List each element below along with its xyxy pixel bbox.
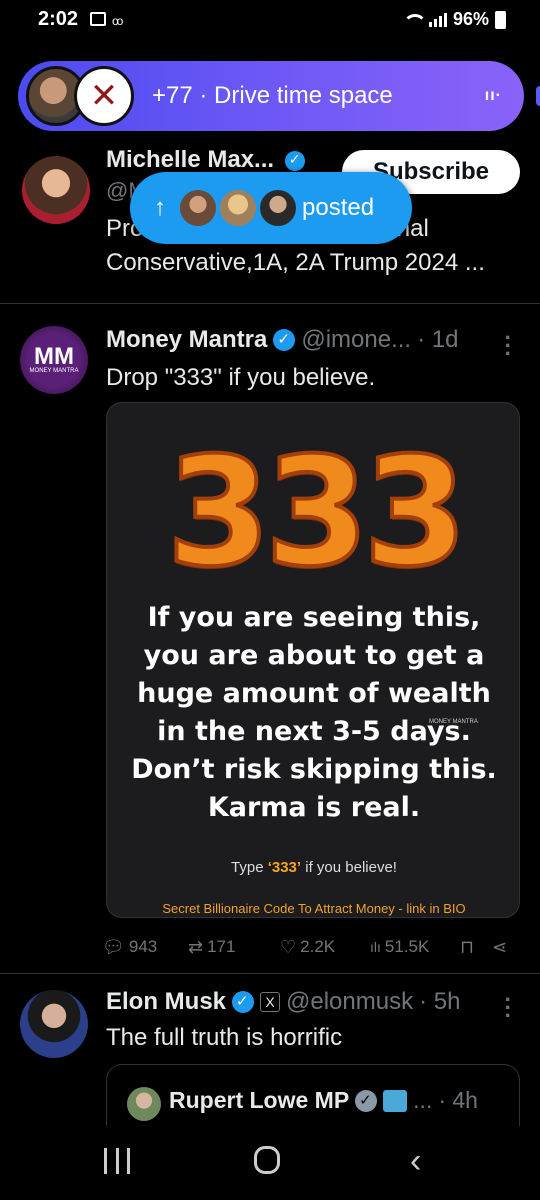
avatar [127, 1087, 161, 1121]
tweet-text: The full truth is horrific [106, 1024, 343, 1051]
card-watermark: MONEY MANTRA [429, 719, 478, 725]
battery-percent: 96% [452, 9, 489, 29]
back-button[interactable]: ‹ [410, 1142, 421, 1181]
repost-button[interactable]: ⇄ 171 [188, 937, 280, 958]
affiliate-badge-icon [383, 1089, 408, 1112]
verified-badge-icon [273, 329, 296, 351]
signal-icon [428, 12, 447, 27]
more-options-icon[interactable]: · · · [505, 989, 512, 1027]
reply-icon: 💬︎ [102, 936, 125, 957]
tweet-image[interactable]: 333 If you are seeing this, you are abou… [106, 402, 520, 918]
system-navigation-bar: ‹ [0, 1126, 540, 1200]
author-handle[interactable]: @imone... [301, 326, 411, 354]
battery-icon [495, 10, 506, 29]
space-logo-avatar: ✕ [74, 66, 134, 126]
verified-badge-icon [355, 1089, 378, 1112]
quoted-post-time: · 4h [438, 1087, 478, 1113]
author-name[interactable]: Elon Musk [106, 988, 226, 1016]
post-time[interactable]: · 1d [417, 326, 458, 354]
bookmark-button[interactable]: ⊓ [460, 937, 492, 958]
share-button[interactable]: ⋖ [492, 937, 507, 958]
gallery-notification-icon [90, 12, 106, 26]
more-options-icon[interactable]: · · · [505, 327, 512, 365]
tweet-text: Drop "333" if you believe. [106, 364, 376, 391]
voicemail-icon: oo [112, 14, 123, 28]
avatar [178, 188, 218, 228]
views-button[interactable]: ılı 51.5K [370, 937, 460, 957]
avatar [218, 188, 258, 228]
tweet-actions: 💬︎ 943 ⇄ 171 ♡ 2.2K ılı 51.5K ⊓ ⋖ [102, 932, 522, 962]
share-icon: ⋖ [492, 936, 508, 957]
x-affiliate-icon: X [260, 992, 281, 1012]
verified-badge-icon [232, 991, 255, 1013]
views-icon: ılı [370, 939, 381, 955]
space-title: +77 · Drive time space [152, 82, 393, 109]
card-footer: Secret Billionaire Code To Attract Money… [162, 901, 466, 916]
status-time: 2:02 [38, 8, 79, 30]
avatar [258, 188, 298, 228]
avatar[interactable]: MM MONEY MANTRA [20, 326, 88, 394]
repost-icon: ⇄ [188, 936, 204, 957]
verified-badge-icon [284, 150, 305, 171]
author-handle[interactable]: @elonmusk [286, 988, 413, 1016]
spaces-bar[interactable]: ✕ +77 · Drive time space ıı· [18, 61, 524, 131]
profile-name: Michelle Max... [106, 150, 275, 173]
avatar[interactable] [22, 156, 90, 224]
card-number: 333 [164, 426, 469, 600]
heart-icon: ♡ [280, 936, 297, 957]
posted-label: posted [302, 194, 375, 221]
status-bar: 2:02 oo 96% [0, 0, 540, 40]
author-name[interactable]: Money Mantra [106, 326, 267, 354]
home-button[interactable] [254, 1146, 280, 1174]
card-type-prompt: Type ‘333’ if you believe! [231, 859, 397, 876]
arrow-up-icon: ↑ [154, 194, 166, 221]
next-space-edge[interactable] [536, 86, 540, 106]
quoted-author-name: Rupert Lowe MP [169, 1087, 350, 1113]
new-posts-pill[interactable]: ↑ posted [130, 172, 412, 244]
wifi-icon [401, 12, 427, 28]
card-message: If you are seeing this, you are about to… [131, 602, 497, 823]
bookmark-icon: ⊓ [460, 936, 475, 957]
recents-button[interactable] [104, 1148, 130, 1174]
post-time[interactable]: · 5h [419, 988, 460, 1016]
reply-button[interactable]: 💬︎ 943 [102, 937, 188, 958]
like-button[interactable]: ♡ 2.2K [280, 937, 370, 958]
avatar[interactable] [20, 990, 88, 1058]
divider [0, 973, 540, 974]
audio-wave-icon: ıı· [484, 87, 502, 104]
